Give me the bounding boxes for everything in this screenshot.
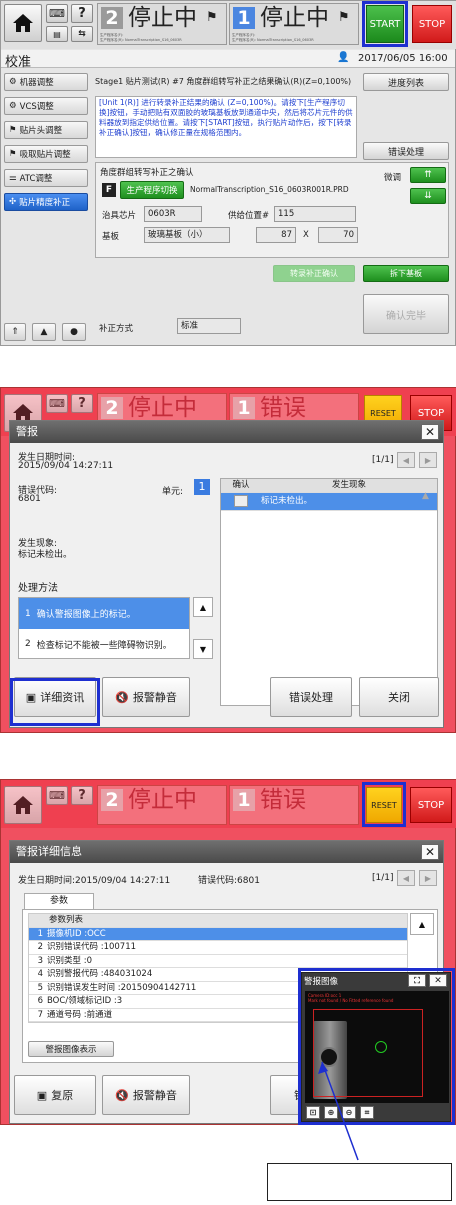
callout-arrow <box>318 1061 359 1161</box>
callout-box <box>267 1163 452 1201</box>
